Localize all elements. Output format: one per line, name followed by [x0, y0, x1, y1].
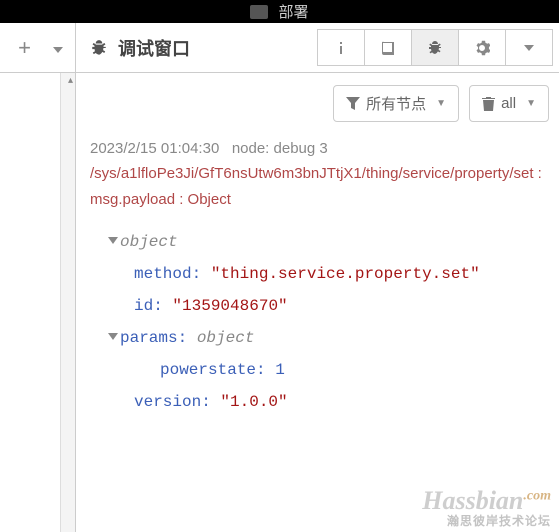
prop-key[interactable]: powerstate: [160, 361, 266, 379]
tab-debug[interactable] [411, 29, 459, 66]
tab-info[interactable] [317, 29, 365, 66]
deploy-icon [250, 5, 268, 19]
watermark: Hassbian.com 瀚思彼岸技术论坛 [422, 490, 551, 526]
caret-down-icon [524, 45, 534, 51]
prop-value[interactable]: "1359048670" [172, 297, 287, 315]
expander-icon[interactable] [108, 237, 118, 244]
tab-more-dropdown[interactable] [505, 29, 553, 66]
prop-key[interactable]: id: [134, 297, 163, 315]
type-label: object [120, 233, 178, 251]
prop-value[interactable]: "1.0.0" [220, 393, 287, 411]
expander-icon[interactable] [108, 333, 118, 340]
clear-log-label: all [501, 95, 516, 112]
tab-config[interactable] [458, 29, 506, 66]
filter-nodes-button[interactable]: 所有节点 ▼ [333, 85, 459, 122]
info-icon [333, 40, 349, 56]
title-bar: 部署 [0, 0, 559, 23]
tab-controls: + [0, 23, 76, 72]
debug-message-topic[interactable]: /sys/a1lfloPe3Ji/GfT6nsUtw6m3bnJTtjX1/th… [90, 161, 549, 212]
panel-title-text: 调试窗口 [118, 35, 190, 61]
scroll-up-icon[interactable]: ▴ [68, 75, 73, 86]
prop-value[interactable]: 1 [275, 361, 285, 379]
add-tab-button[interactable]: + [4, 37, 45, 59]
sidebar-tabs [317, 23, 559, 72]
gear-icon [474, 40, 490, 56]
tab-menu-dropdown[interactable] [45, 40, 71, 56]
book-icon [380, 40, 396, 56]
filter-icon [346, 97, 360, 111]
prop-key[interactable]: method: [134, 265, 201, 283]
deploy-label[interactable]: 部署 [278, 1, 308, 22]
prop-value[interactable]: "thing.service.property.set" [211, 265, 480, 283]
trash-icon [482, 97, 495, 111]
debug-panel: 所有节点 ▼ all ▼ 2023/2/15 01:04:30 node: de… [76, 73, 559, 532]
type-label: object [197, 329, 255, 347]
filter-nodes-label: 所有节点 [366, 93, 426, 114]
debug-timestamp: 2023/2/15 01:04:30 [90, 140, 219, 157]
prop-key[interactable]: version: [134, 393, 211, 411]
toolbar: + 调试窗口 [0, 23, 559, 73]
debug-node-name[interactable]: node: debug 3 [232, 140, 328, 157]
caret-down-icon: ▼ [436, 98, 446, 109]
caret-down-icon: ▼ [526, 98, 536, 109]
debug-message-header: 2023/2/15 01:04:30 node: debug 3 [90, 140, 549, 157]
workspace-gutter: ▴ [0, 73, 76, 532]
tab-help[interactable] [364, 29, 412, 66]
bug-icon [427, 40, 443, 56]
bug-icon [90, 39, 108, 57]
debug-object-tree: object method: "thing.service.property.s… [90, 226, 549, 418]
prop-key[interactable]: params: [120, 329, 187, 347]
panel-header: 调试窗口 [76, 23, 317, 72]
clear-log-button[interactable]: all ▼ [469, 85, 549, 122]
